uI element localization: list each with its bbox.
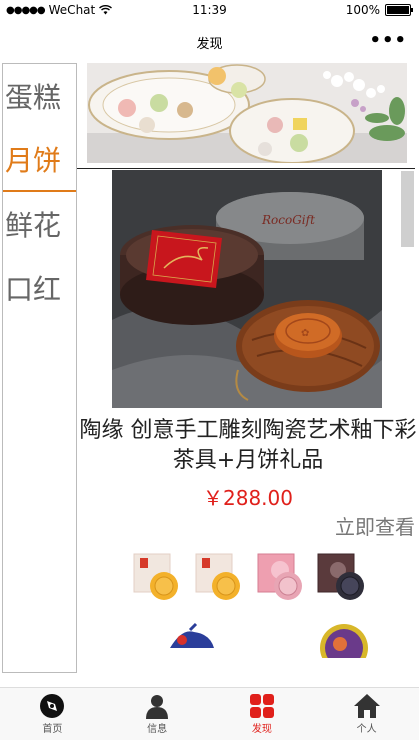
product-price: ￥288.00	[203, 486, 293, 510]
tab-messages[interactable]: 信息	[105, 688, 210, 740]
box-brand-text: RocoGift	[261, 213, 315, 227]
tab-label: 发现	[251, 724, 272, 735]
tab-discover[interactable]: 发现	[210, 688, 315, 740]
tab-profile[interactable]: 个人	[314, 688, 419, 740]
product-title: 陶缘 创意手工雕刻陶瓷艺术釉下彩茶具+月饼礼品	[79, 418, 417, 473]
tab-bar: 首页 信息 发现 个人	[0, 687, 419, 740]
user-icon	[146, 695, 169, 719]
battery-icon	[385, 4, 413, 16]
more-dots-icon[interactable]: •••	[369, 30, 407, 51]
content-divider	[77, 168, 415, 169]
svg-text:✿: ✿	[301, 328, 309, 339]
scrollbar-thumb[interactable]	[401, 171, 414, 247]
tab-label: 首页	[42, 724, 63, 735]
compass-icon	[40, 694, 65, 718]
tab-label: 个人	[356, 724, 377, 735]
category-label: 月饼	[5, 144, 62, 177]
category-sidebar: 蛋糕 月饼 鲜花 口红	[2, 63, 77, 673]
category-item-cake[interactable]: 蛋糕	[3, 64, 76, 128]
product-thumbnails[interactable]	[130, 548, 380, 658]
page-title: 发现	[196, 37, 223, 52]
category-label: 鲜花	[5, 209, 62, 242]
nav-bar: 发现 •••	[0, 22, 419, 62]
status-right: 100%	[345, 3, 413, 17]
product-image[interactable]: RocoGift ✿	[112, 170, 382, 408]
battery-percent: 100%	[345, 3, 380, 17]
banner-image[interactable]	[87, 63, 407, 163]
tab-home[interactable]: 首页	[0, 688, 105, 740]
category-label: 蛋糕	[5, 81, 62, 114]
category-label: 口红	[5, 273, 62, 306]
status-bar: ●●●●● WeChat 11:39 100%	[0, 0, 419, 22]
view-now-button[interactable]: 立即查看	[335, 511, 415, 540]
home-icon	[353, 694, 380, 718]
grid-icon	[249, 694, 274, 718]
tab-label: 信息	[147, 724, 168, 735]
category-item-mooncake[interactable]: 月饼	[3, 128, 76, 192]
category-item-flowers[interactable]: 鲜花	[3, 192, 76, 256]
category-item-lipstick[interactable]: 口红	[3, 256, 76, 320]
